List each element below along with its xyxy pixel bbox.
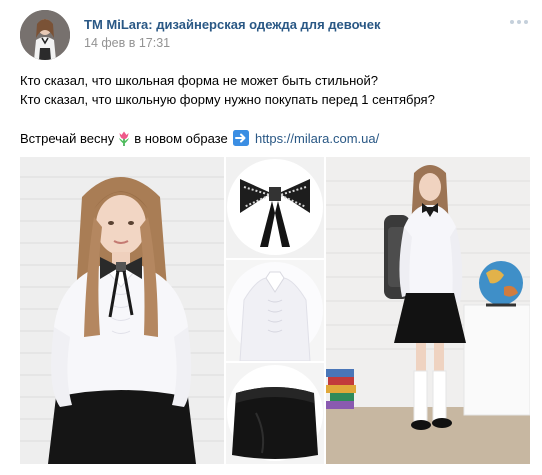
wall-post: TM MiLara: дизайнерская одежда для девоч… bbox=[0, 0, 542, 475]
post-text-spring: Встречай весну bbox=[20, 131, 115, 146]
more-dots-icon[interactable] bbox=[510, 20, 528, 24]
post-text: Кто сказал, что школьная форма не может … bbox=[20, 71, 530, 148]
post-author-link[interactable]: TM MiLara: дизайнерская одежда для девоч… bbox=[84, 17, 380, 32]
post-text-line-1: Кто сказал, что школьная форма не может … bbox=[20, 73, 378, 88]
post-date-link[interactable]: 14 фев в 17:31 bbox=[84, 36, 170, 50]
post-text-new-look: в новом образе bbox=[134, 131, 228, 146]
post-text-line-2: Кто сказал, что школьную форму нужно пок… bbox=[20, 92, 435, 107]
website-link[interactable]: https://milara.com.ua/ bbox=[255, 131, 379, 146]
tulip-emoji-icon bbox=[116, 130, 132, 146]
photo-bow[interactable] bbox=[226, 157, 324, 258]
post-text-line-3: Встречай весну в новом образе https://mi… bbox=[20, 129, 530, 148]
community-avatar[interactable] bbox=[20, 10, 70, 60]
photo-gallery bbox=[20, 157, 530, 464]
photo-girl-blouse[interactable] bbox=[20, 157, 224, 464]
right-arrow-emoji-icon bbox=[233, 130, 250, 146]
photo-girl-full[interactable] bbox=[326, 157, 530, 464]
photo-skirt[interactable] bbox=[226, 363, 324, 464]
photo-blouse[interactable] bbox=[226, 260, 324, 361]
